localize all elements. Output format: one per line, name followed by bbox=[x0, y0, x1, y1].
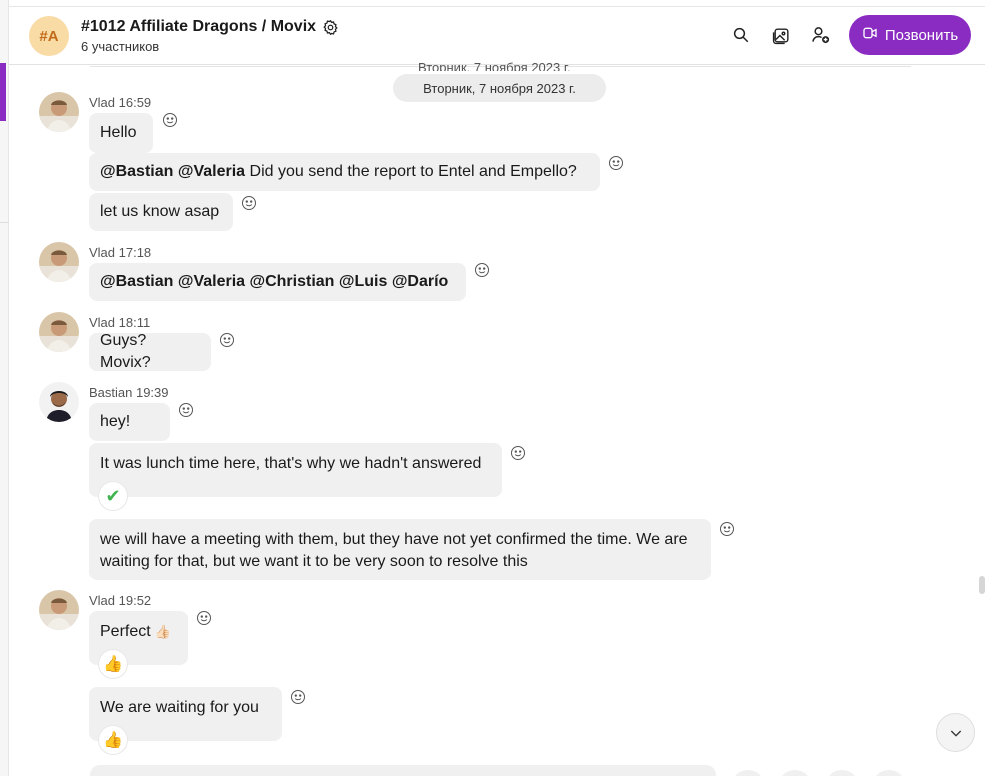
gallery-icon[interactable] bbox=[770, 24, 792, 46]
composer-action-button[interactable] bbox=[825, 770, 859, 776]
smiley-icon[interactable] bbox=[178, 402, 194, 418]
smiley-icon[interactable] bbox=[510, 445, 526, 461]
smiley-icon[interactable] bbox=[196, 610, 212, 626]
sender-name: Vlad 16:59 bbox=[89, 95, 152, 110]
avatar-vlad[interactable] bbox=[39, 312, 79, 352]
message-bubble[interactable]: @Bastian @Valeria Did you send the repor… bbox=[89, 153, 600, 191]
active-indicator bbox=[0, 63, 6, 121]
message-text: let us know asap bbox=[100, 203, 220, 220]
scrollbar-thumb[interactable] bbox=[979, 576, 985, 594]
left-nav-strip bbox=[0, 0, 9, 776]
message-text: @Bastian @Valeria Did you send the repor… bbox=[100, 161, 577, 183]
message-bubble[interactable]: hey! bbox=[89, 403, 170, 441]
group-title[interactable]: #1012 Affiliate Dragons / Movix bbox=[81, 18, 339, 36]
reaction-thumbs-up[interactable]: 👍 bbox=[98, 725, 128, 755]
sender-name: Vlad 18:11 bbox=[89, 315, 151, 330]
reaction-thumbs-up[interactable]: 👍 bbox=[98, 649, 128, 679]
settings-gear-icon[interactable] bbox=[322, 19, 339, 36]
date-separator: Вторник, 7 ноября 2023 г. bbox=[393, 74, 606, 102]
thumbs-up-icon: 👍 bbox=[103, 732, 123, 749]
smiley-icon[interactable] bbox=[162, 112, 178, 128]
message-text: Hello bbox=[100, 124, 137, 141]
smiley-icon[interactable] bbox=[219, 332, 235, 348]
chat-header: #A #1012 Affiliate Dragons / Movix 6 уча… bbox=[9, 7, 985, 65]
message-bubble[interactable]: let us know asap bbox=[89, 193, 233, 231]
message-text: @Bastian @Valeria @Christian @Luis @Darí… bbox=[100, 273, 449, 290]
participants-count[interactable]: 6 участников bbox=[81, 39, 159, 54]
message-text: Guys? Movix? bbox=[100, 332, 151, 371]
composer-action-button[interactable] bbox=[731, 770, 765, 776]
avatar-vlad[interactable] bbox=[39, 92, 79, 132]
avatar-bastian[interactable] bbox=[39, 382, 79, 422]
message-bubble[interactable]: we will have a meeting with them, but th… bbox=[89, 519, 711, 580]
avatar-vlad[interactable] bbox=[39, 242, 79, 282]
smiley-icon[interactable] bbox=[719, 521, 735, 537]
sender-name: Vlad 17:18 bbox=[89, 245, 152, 260]
composer-action-button[interactable] bbox=[872, 770, 906, 776]
message-text: we will have a meeting with them, but th… bbox=[100, 531, 688, 570]
message-text: We are waiting for you bbox=[100, 699, 259, 716]
thumbs-up-emoji: 👍🏻 bbox=[154, 624, 171, 639]
scroll-to-bottom-button[interactable] bbox=[936, 713, 975, 752]
sender-name: Bastian 19:39 bbox=[89, 385, 169, 400]
checkmark-icon: ✔ bbox=[105, 485, 121, 506]
search-icon[interactable] bbox=[730, 24, 752, 46]
message-bubble[interactable]: Guys? Movix? bbox=[89, 332, 211, 371]
chevron-down-icon bbox=[950, 730, 961, 737]
message-text: hey! bbox=[100, 413, 131, 430]
smiley-icon[interactable] bbox=[608, 155, 624, 171]
group-title-text: #1012 Affiliate Dragons / Movix bbox=[81, 18, 317, 35]
add-person-icon[interactable] bbox=[810, 24, 832, 46]
smiley-icon[interactable] bbox=[241, 195, 257, 211]
call-button[interactable]: Позвонить bbox=[849, 15, 971, 55]
smiley-icon[interactable] bbox=[290, 689, 306, 705]
mention[interactable]: @Valeria bbox=[178, 163, 245, 180]
message-bubble[interactable]: It was lunch time here, that's why we ha… bbox=[89, 443, 502, 497]
message-text-body: Did you send the report to Entel and Emp… bbox=[245, 163, 577, 180]
thumbs-up-icon: 👍 bbox=[103, 656, 123, 673]
message-bubble[interactable]: Hello bbox=[89, 113, 153, 153]
nav-divider bbox=[0, 222, 9, 223]
avatar-vlad[interactable] bbox=[39, 590, 79, 630]
group-avatar[interactable]: #A bbox=[29, 16, 69, 56]
message-text: It was lunch time here, that's why we ha… bbox=[100, 455, 482, 472]
call-button-label: Позвонить bbox=[884, 26, 959, 44]
message-bubble[interactable]: @Bastian @Valeria @Christian @Luis @Darí… bbox=[89, 263, 466, 301]
composer-action-button[interactable] bbox=[778, 770, 812, 776]
mention[interactable]: @Bastian bbox=[100, 163, 173, 180]
message-composer[interactable] bbox=[90, 765, 716, 776]
message-text: Perfect bbox=[100, 623, 151, 640]
video-call-icon bbox=[862, 25, 878, 45]
reaction-checkmark[interactable]: ✔ bbox=[98, 481, 128, 511]
smiley-icon[interactable] bbox=[474, 262, 490, 278]
sticky-date-ghost: Вторник, 7 ноября 2023 г. bbox=[418, 61, 571, 71]
sender-name: Vlad 19:52 bbox=[89, 593, 152, 608]
